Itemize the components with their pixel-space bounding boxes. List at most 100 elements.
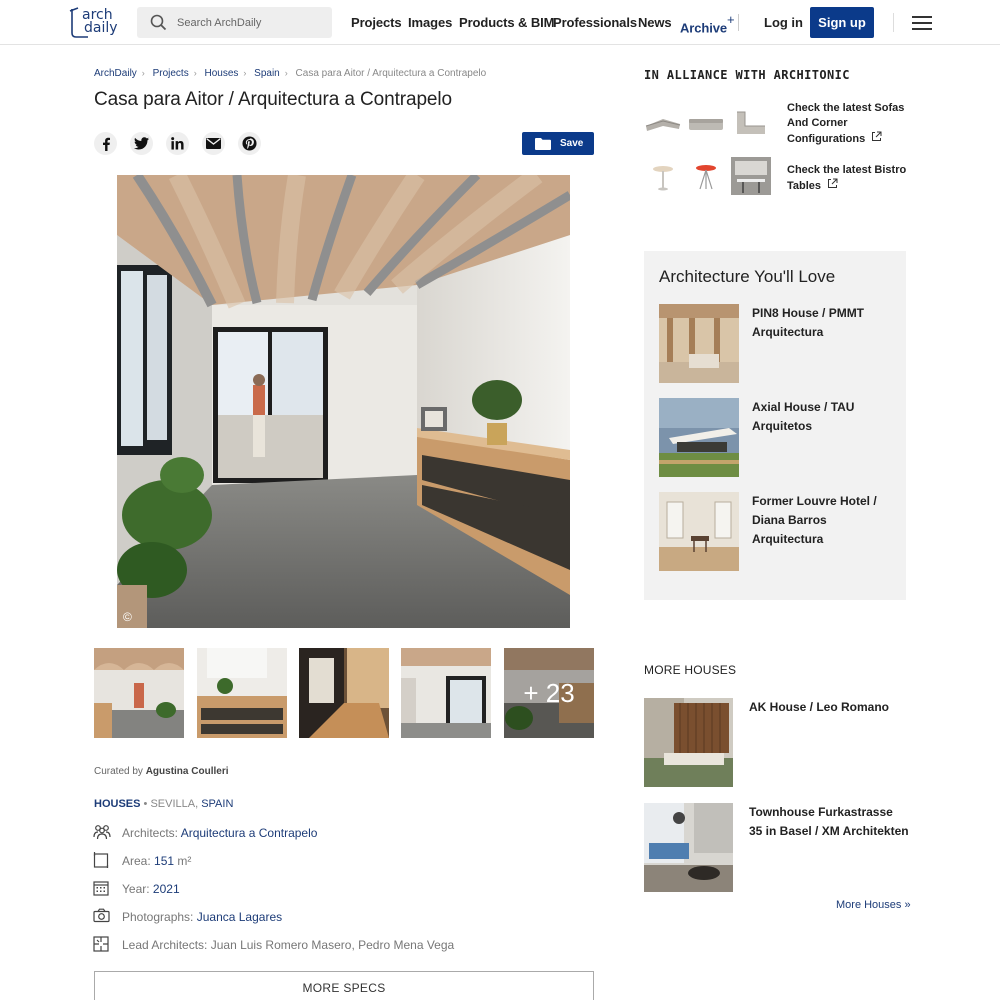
bistro-table-image-2[interactable] [686, 157, 726, 195]
breadcrumb-houses[interactable]: Houses [204, 68, 238, 79]
love-item-title-2[interactable]: Axial House / TAU Arquitetos [752, 398, 892, 436]
chevron-right-icon: › [284, 68, 288, 78]
chevron-right-icon: › [193, 68, 197, 78]
gallery-thumb-5-more[interactable]: + 23 [504, 648, 594, 738]
curator-name[interactable]: Agustina Coulleri [146, 766, 229, 777]
curated-prefix: Curated by [94, 766, 146, 777]
category-location: HOUSES • SEVILLA, SPAIN [94, 798, 233, 810]
search-box[interactable] [137, 7, 332, 38]
floorplan-icon [93, 936, 109, 952]
more-houses-title: MORE HOUSES [644, 663, 737, 677]
bistro-table-image-3[interactable] [731, 157, 771, 195]
gallery-thumb-2[interactable] [197, 648, 287, 738]
love-item-image-1[interactable] [659, 304, 739, 383]
archive-plus-icon: + [727, 12, 735, 27]
folder-icon [535, 138, 551, 150]
spec-photographs: Photographs: Juanca Lagares [93, 908, 573, 926]
year-link[interactable]: 2021 [153, 882, 180, 896]
site-header: arch daily Projects Images Products & BI… [0, 0, 1000, 45]
chevron-right-icon: › [141, 68, 145, 78]
mail-icon [206, 138, 221, 149]
nav-images[interactable]: Images [408, 15, 452, 30]
more-house-title-2[interactable]: Townhouse Furkastrasse 35 in Basel / XM … [749, 803, 909, 841]
gallery-thumb-3[interactable] [299, 648, 389, 738]
archdaily-logo[interactable]: arch daily [68, 7, 120, 39]
gallery-thumb-4[interactable] [401, 648, 491, 738]
share-facebook[interactable] [94, 132, 117, 155]
menu-divider [893, 13, 894, 32]
search-input[interactable] [177, 7, 327, 38]
architects-link[interactable]: Arquitectura a Contrapelo [181, 826, 318, 840]
nav-archive-label: Archive [680, 20, 727, 36]
area-icon [93, 852, 109, 868]
bistro-tables-link-label: Check the latest Bistro Tables [787, 164, 907, 192]
sofas-link-label: Check the latest Sofas And Corner Config… [787, 102, 905, 145]
sofa-product-image-2[interactable] [686, 104, 726, 142]
curated-by: Curated by Agustina Coulleri [94, 766, 229, 777]
love-item-title-3[interactable]: Former Louvre Hotel / Diana Barros Arqui… [752, 492, 892, 549]
breadcrumb-current: Casa para Aitor / Arquitectura a Contrap… [295, 68, 487, 79]
save-label: Save [560, 138, 584, 149]
alliance-title: IN ALLIANCE WITH ARCHITONIC [644, 68, 850, 82]
more-house-image-1[interactable] [644, 698, 733, 787]
nav-products-bim[interactable]: Products & BIM [459, 15, 554, 30]
spec-year: Year: 2021 [93, 880, 573, 898]
nav-news[interactable]: News [638, 15, 672, 30]
country-link[interactable]: SPAIN [201, 798, 233, 810]
chevron-right-icon: › [243, 68, 247, 78]
sofas-link[interactable]: Check the latest Sofas And Corner Config… [787, 101, 907, 147]
spec-architects: Architects: Arquitectura a Contrapelo [93, 824, 573, 842]
more-houses-link[interactable]: More Houses » [836, 899, 911, 911]
share-pinterest[interactable] [238, 132, 261, 155]
area-label: Area: [122, 854, 155, 868]
signup-button[interactable]: Sign up [810, 7, 874, 38]
gallery-thumb-1[interactable] [94, 648, 184, 738]
photographs-label: Photographs: [122, 910, 197, 924]
lead-architects-value: Juan Luis Romero Masero, Pedro Mena Vega [210, 938, 455, 952]
more-specs-button[interactable]: MORE SPECS [94, 971, 594, 1000]
spec-area: Area: 151 m² [93, 852, 573, 870]
more-photos-count: + 23 [504, 648, 594, 738]
breadcrumb-archdaily[interactable]: ArchDaily [94, 68, 137, 79]
architects-label: Architects: [122, 826, 181, 840]
share-twitter[interactable] [130, 132, 153, 155]
save-button[interactable]: Save [522, 132, 594, 155]
more-house-image-2[interactable] [644, 803, 733, 892]
bistro-tables-link[interactable]: Check the latest Bistro Tables [787, 163, 907, 194]
nav-professionals[interactable]: Professionals [553, 15, 637, 30]
category-separator: • [140, 798, 151, 810]
logo-text-daily: daily [84, 20, 118, 36]
linkedin-icon [171, 137, 184, 150]
love-item-image-3[interactable] [659, 492, 739, 571]
facebook-icon [102, 137, 110, 151]
breadcrumb: ArchDaily › Projects › Houses › Spain › Casa… [94, 68, 486, 79]
share-linkedin[interactable] [166, 132, 189, 155]
love-item-title-1[interactable]: PIN8 House / PMMT Arquitectura [752, 304, 892, 342]
copyright-icon[interactable]: © [123, 610, 132, 624]
city-label: SEVILLA, [150, 798, 202, 810]
twitter-icon [134, 137, 149, 150]
hamburger-menu-icon[interactable] [912, 16, 932, 30]
love-section-title: Architecture You'll Love [659, 267, 836, 286]
year-label: Year: [122, 882, 153, 896]
share-mail[interactable] [202, 132, 225, 155]
breadcrumb-spain[interactable]: Spain [254, 68, 280, 79]
login-link[interactable]: Log in [764, 15, 803, 30]
bistro-table-image-1[interactable] [643, 157, 683, 195]
sofa-product-image-1[interactable] [643, 104, 683, 142]
nav-projects[interactable]: Projects [351, 15, 402, 30]
breadcrumb-projects[interactable]: Projects [153, 68, 189, 79]
category-link[interactable]: HOUSES [94, 798, 140, 810]
area-value[interactable]: 151 [154, 854, 174, 868]
love-item-image-2[interactable] [659, 398, 739, 477]
spec-lead-architects: Lead Architects: Juan Luis Romero Masero… [93, 936, 573, 954]
page-title: Casa para Aitor / Arquitectura a Contrap… [94, 89, 452, 110]
sofa-product-image-3[interactable] [731, 104, 771, 142]
more-house-title-1[interactable]: AK House / Leo Romano [749, 698, 909, 717]
calendar-icon [93, 881, 109, 896]
nav-archive[interactable]: Archive+ [680, 12, 735, 36]
area-unit: m² [174, 854, 192, 868]
hero-photo[interactable] [117, 175, 570, 628]
nav-divider [738, 14, 739, 31]
photographer-link[interactable]: Juanca Lagares [197, 910, 282, 924]
